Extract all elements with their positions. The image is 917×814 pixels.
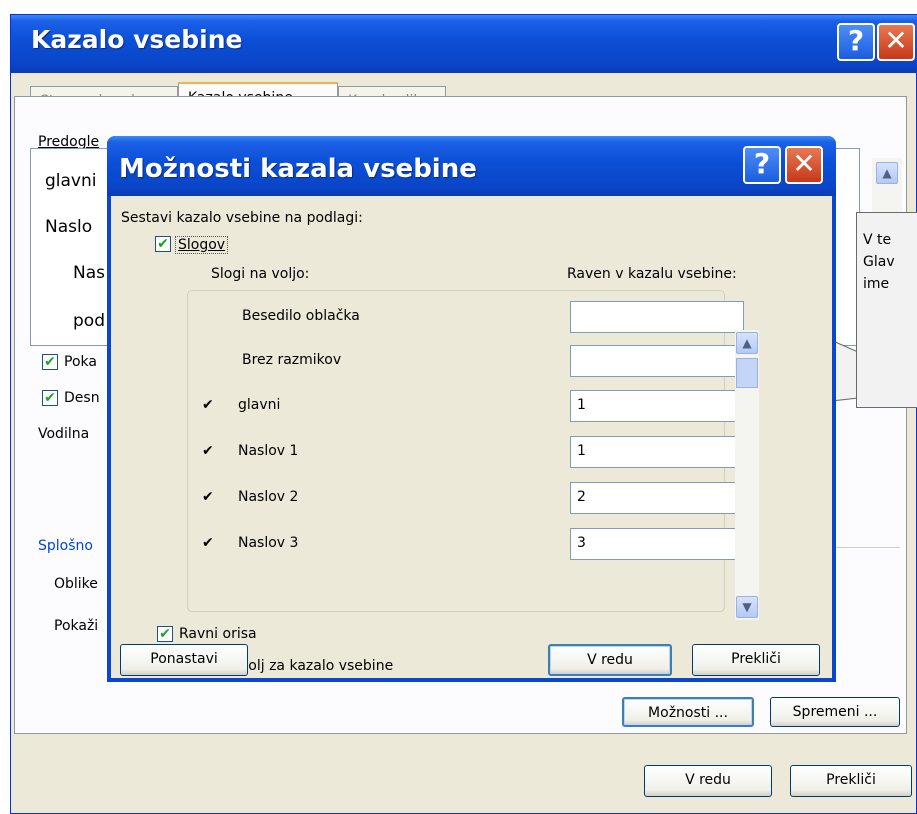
level-input[interactable]: 1 xyxy=(570,390,744,422)
available-styles-header: Slogi na voljo: xyxy=(211,266,310,282)
scroll-up-arrow-icon[interactable]: ▲ xyxy=(736,332,758,354)
level-input[interactable]: 3 xyxy=(570,528,744,560)
options-cancel-button[interactable]: Prekliči xyxy=(692,644,820,676)
level-header: Raven v kazalu vsebine: xyxy=(567,266,737,282)
callout-text: V te Glav ime xyxy=(863,229,895,295)
outline-levels-label: Ravni orisa xyxy=(179,626,257,642)
style-name: Naslov 1 xyxy=(238,443,299,459)
build-from-label: Sestavi kazalo vsebine na podlagi: xyxy=(121,210,363,226)
styles-checkbox[interactable]: ✔ xyxy=(155,236,171,252)
reset-button[interactable]: Ponastavi xyxy=(120,644,248,676)
options-title: Možnosti kazala vsebine xyxy=(119,154,477,184)
scroll-thumb[interactable] xyxy=(736,358,758,388)
style-name: Besedilo oblačka xyxy=(242,308,360,324)
style-name: Naslov 2 xyxy=(238,489,299,505)
level-input[interactable]: 1 xyxy=(570,436,744,468)
style-row[interactable]: Besedilo oblačka xyxy=(188,299,744,335)
toc-options-dialog: Možnosti kazala vsebine ? ✕ Sestavi kaza… xyxy=(107,136,836,682)
options-close-button[interactable]: ✕ xyxy=(785,146,823,184)
styles-checkbox-label: Slogov xyxy=(175,236,229,254)
level-input[interactable]: 2 xyxy=(570,482,744,514)
style-row[interactable]: ✔ Naslov 1 1 xyxy=(188,434,744,470)
scroll-down-arrow-icon[interactable]: ▼ xyxy=(736,596,758,618)
style-name: Brez razmikov xyxy=(242,352,342,368)
outline-levels-checkbox[interactable]: ✔ xyxy=(157,626,173,642)
options-body: Sestavi kazalo vsebine na podlagi: ✔ Slo… xyxy=(111,196,832,678)
options-ok-button[interactable]: V redu xyxy=(548,644,672,676)
style-check: ✔ xyxy=(202,489,214,505)
styles-scrollbar[interactable]: ▲ ▼ xyxy=(735,330,759,620)
level-input[interactable] xyxy=(570,345,744,377)
style-name: Naslov 3 xyxy=(238,535,299,551)
level-input[interactable] xyxy=(570,301,744,333)
style-check: ✔ xyxy=(202,443,214,459)
styles-list: Besedilo oblačka Brez razmikov ✔ glavni … xyxy=(187,290,744,612)
style-check: ✔ xyxy=(202,535,214,551)
style-row[interactable]: ✔ Naslov 2 2 xyxy=(188,480,744,516)
callout-line: ime xyxy=(863,276,890,292)
style-row[interactable]: ✔ Naslov 3 3 xyxy=(188,526,744,562)
callout-box: V te Glav ime xyxy=(856,212,917,408)
style-name: glavni xyxy=(238,397,281,413)
callout-line: Glav xyxy=(863,254,895,270)
style-check: ✔ xyxy=(202,397,214,413)
style-row[interactable]: ✔ glavni 1 xyxy=(188,388,744,424)
options-titlebar[interactable]: Možnosti kazala vsebine ? ✕ xyxy=(107,136,836,196)
callout-line: V te xyxy=(863,232,892,248)
options-help-button[interactable]: ? xyxy=(743,146,781,184)
style-row[interactable]: Brez razmikov xyxy=(188,343,744,379)
